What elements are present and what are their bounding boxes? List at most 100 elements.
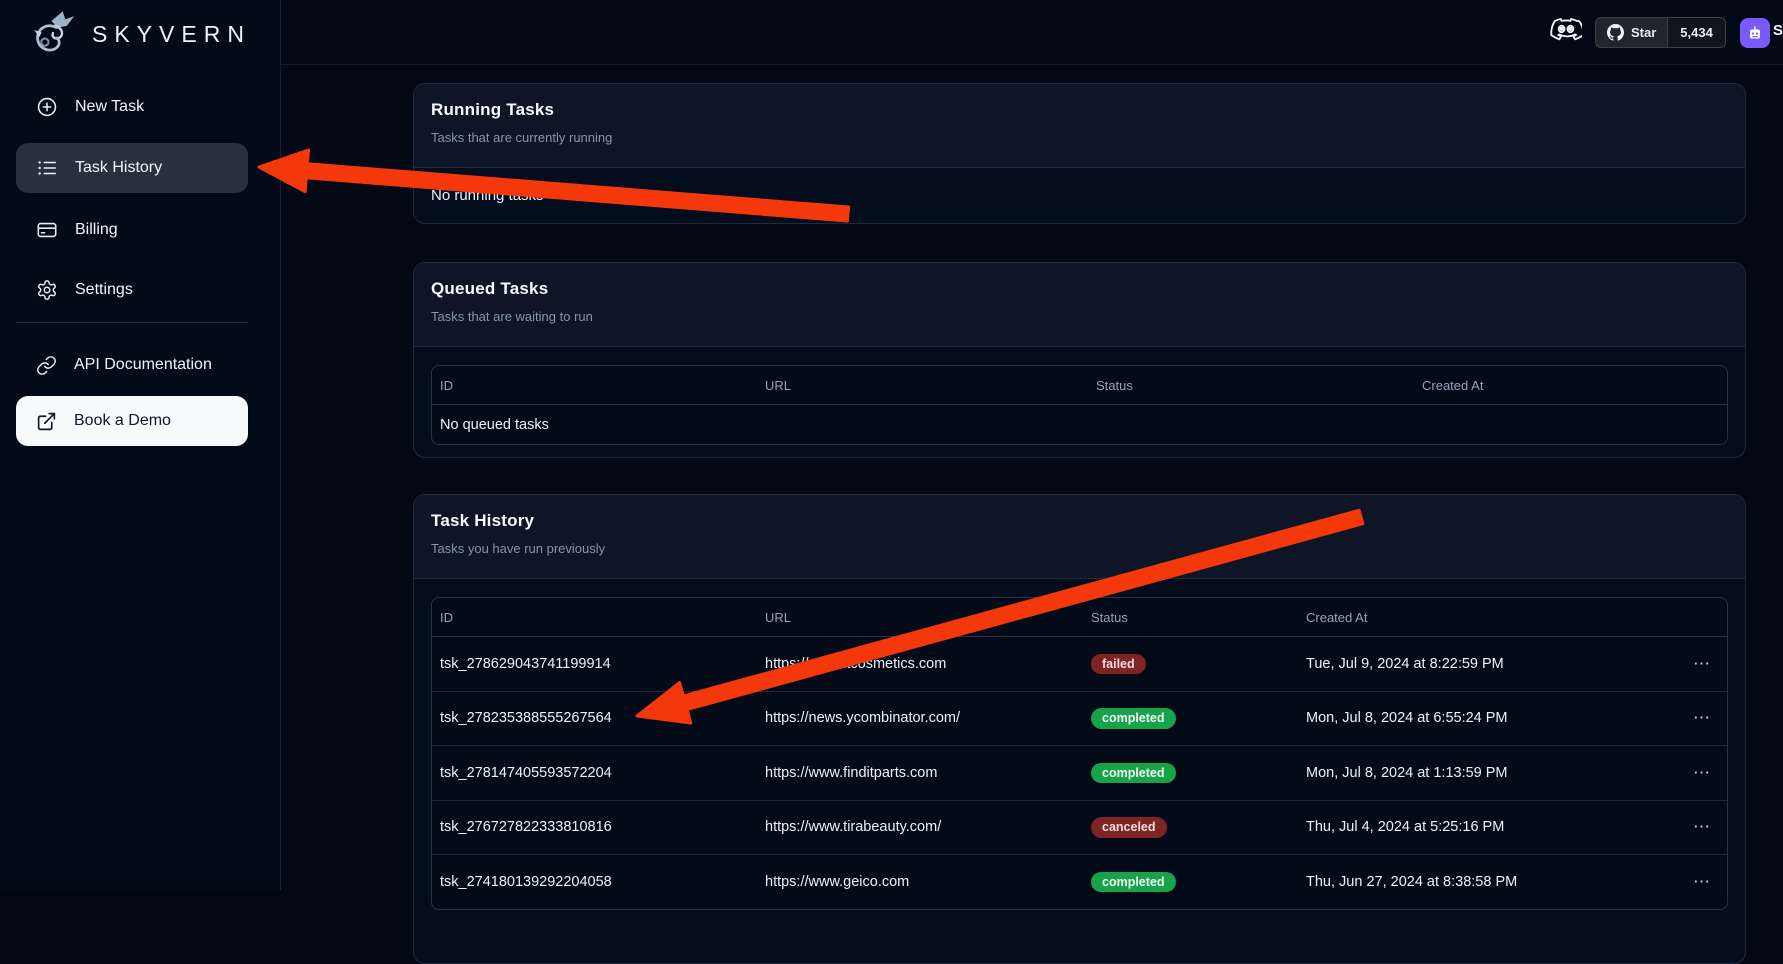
row-actions-button[interactable]: ⋯ — [1693, 872, 1712, 891]
task-id: tsk_276727822333810816 — [432, 819, 757, 835]
external-link-icon — [36, 411, 57, 432]
task-history-header: Task History Tasks you have run previous… — [414, 495, 1745, 579]
queued-tasks-card: Queued Tasks Tasks that are waiting to r… — [413, 262, 1746, 458]
task-id: tsk_274180139292204058 — [432, 874, 757, 890]
status-badge: failed — [1091, 654, 1146, 675]
card-subtitle: Tasks that are currently running — [431, 130, 1728, 145]
sidebar-item-task-history[interactable]: Task History — [16, 143, 248, 193]
sidebar-item-new-task[interactable]: New Task — [16, 82, 248, 132]
table-row[interactable]: tsk_278147405593572204 https://www.findi… — [432, 746, 1727, 801]
column-header-url: URL — [757, 610, 1083, 625]
task-url: https://news.ycombinator.com/ — [757, 710, 1083, 726]
github-icon — [1607, 24, 1624, 41]
running-tasks-header: Running Tasks Tasks that are currently r… — [414, 84, 1745, 168]
task-created-at: Thu, Jun 27, 2024 at 8:38:58 PM — [1298, 874, 1678, 890]
user-avatar[interactable] — [1740, 18, 1770, 48]
task-url: https://www.geico.com — [757, 874, 1083, 890]
link-icon — [36, 355, 57, 376]
task-actions-cell: ⋯ — [1678, 708, 1727, 728]
task-history-card: Task History Tasks you have run previous… — [413, 494, 1746, 964]
status-badge: completed — [1091, 872, 1176, 893]
card-title: Task History — [431, 511, 1728, 531]
sidebar-item-billing[interactable]: Billing — [16, 205, 248, 255]
task-history-table: ID URL Status Created At tsk_27862904374… — [431, 597, 1728, 910]
status-badge: canceled — [1091, 817, 1167, 838]
sidebar-item-label: Settings — [75, 281, 133, 299]
column-header-status: Status — [1088, 378, 1414, 393]
column-header-status: Status — [1083, 610, 1298, 625]
task-actions-cell: ⋯ — [1678, 763, 1727, 783]
task-id: tsk_278235388555267564 — [432, 710, 757, 726]
column-header-created-at: Created At — [1414, 378, 1727, 393]
list-icon — [36, 157, 58, 179]
skyvern-logo[interactable]: SKYVERN — [24, 6, 251, 62]
credit-card-icon — [36, 219, 58, 241]
sidebar-item-label: API Documentation — [74, 356, 212, 374]
task-actions-cell: ⋯ — [1678, 654, 1727, 674]
sidebar: SKYVERN New Task Task History Billing Se… — [0, 0, 281, 890]
queued-tasks-header: Queued Tasks Tasks that are waiting to r… — [414, 263, 1745, 347]
status-badge: completed — [1091, 763, 1176, 784]
running-tasks-empty-message: No running tasks — [414, 168, 1745, 223]
github-star-widget[interactable]: Star 5,434 — [1595, 17, 1726, 48]
card-subtitle: Tasks you have run previously — [431, 541, 1728, 556]
task-status-cell: completed — [1083, 872, 1298, 893]
column-header-id: ID — [432, 610, 757, 625]
card-subtitle: Tasks that are waiting to run — [431, 309, 1728, 324]
card-title: Running Tasks — [431, 100, 1728, 120]
task-url: https://www.finditparts.com — [757, 765, 1083, 781]
github-star-label: Star — [1631, 25, 1656, 40]
task-id: tsk_278147405593572204 — [432, 765, 757, 781]
column-header-id: ID — [432, 378, 757, 393]
column-header-url: URL — [757, 378, 1088, 393]
running-tasks-card: Running Tasks Tasks that are currently r… — [413, 83, 1746, 224]
discord-icon — [1550, 18, 1582, 44]
row-actions-button[interactable]: ⋯ — [1693, 654, 1712, 673]
dragon-logo-icon — [24, 8, 82, 60]
task-status-cell: completed — [1083, 763, 1298, 784]
skyvern-app: { "brand": {"name": "SKYVERN"}, "sidebar… — [0, 0, 1783, 890]
table-row[interactable]: tsk_274180139292204058 https://www.geico… — [432, 855, 1727, 909]
robot-icon — [1747, 25, 1763, 41]
task-created-at: Thu, Jul 4, 2024 at 5:25:16 PM — [1298, 819, 1678, 835]
task-history-rows: tsk_278629043741199914 https://www.itcos… — [432, 637, 1727, 909]
table-header-row: ID URL Status Created At — [432, 366, 1727, 405]
task-created-at: Mon, Jul 8, 2024 at 1:13:59 PM — [1298, 765, 1678, 781]
sidebar-item-settings[interactable]: Settings — [16, 265, 248, 315]
queued-tasks-table: ID URL Status Created At No queued tasks — [431, 365, 1728, 445]
table-row[interactable]: tsk_278235388555267564 https://news.ycom… — [432, 692, 1727, 747]
sidebar-divider — [16, 322, 248, 323]
github-star-count[interactable]: 5,434 — [1668, 17, 1726, 48]
row-actions-button[interactable]: ⋯ — [1693, 763, 1712, 782]
task-status-cell: canceled — [1083, 817, 1298, 838]
row-actions-button[interactable]: ⋯ — [1693, 708, 1712, 727]
task-actions-cell: ⋯ — [1678, 817, 1727, 837]
table-row[interactable]: tsk_278629043741199914 https://www.itcos… — [432, 637, 1727, 692]
task-status-cell: completed — [1083, 708, 1298, 729]
gear-icon — [36, 279, 58, 301]
sidebar-item-book-a-demo[interactable]: Book a Demo — [16, 396, 248, 446]
card-title: Queued Tasks — [431, 279, 1728, 299]
status-badge: completed — [1091, 708, 1176, 729]
task-created-at: Tue, Jul 9, 2024 at 8:22:59 PM — [1298, 656, 1678, 672]
task-created-at: Mon, Jul 8, 2024 at 6:55:24 PM — [1298, 710, 1678, 726]
task-url: https://www.itcosmetics.com — [757, 656, 1083, 672]
sidebar-item-api-documentation[interactable]: API Documentation — [16, 340, 248, 390]
task-status-cell: failed — [1083, 654, 1298, 675]
discord-button[interactable] — [1550, 18, 1582, 46]
task-id: tsk_278629043741199914 — [432, 656, 757, 672]
table-row[interactable]: tsk_276727822333810816 https://www.tirab… — [432, 801, 1727, 856]
sidebar-item-label: Task History — [75, 159, 162, 177]
sidebar-item-label: New Task — [75, 98, 144, 116]
queued-tasks-empty-message: No queued tasks — [432, 405, 1727, 444]
task-url: https://www.tirabeauty.com/ — [757, 819, 1083, 835]
row-actions-button[interactable]: ⋯ — [1693, 817, 1712, 836]
sidebar-item-label: Billing — [75, 221, 118, 239]
column-header-created-at: Created At — [1298, 610, 1678, 625]
brand-name: SKYVERN — [92, 21, 251, 48]
github-star-button[interactable]: Star — [1595, 17, 1668, 48]
sidebar-item-label: Book a Demo — [74, 412, 171, 430]
user-name-partial: Sk — [1773, 22, 1783, 39]
plus-circle-icon — [36, 96, 58, 118]
table-header-row: ID URL Status Created At — [432, 598, 1727, 637]
